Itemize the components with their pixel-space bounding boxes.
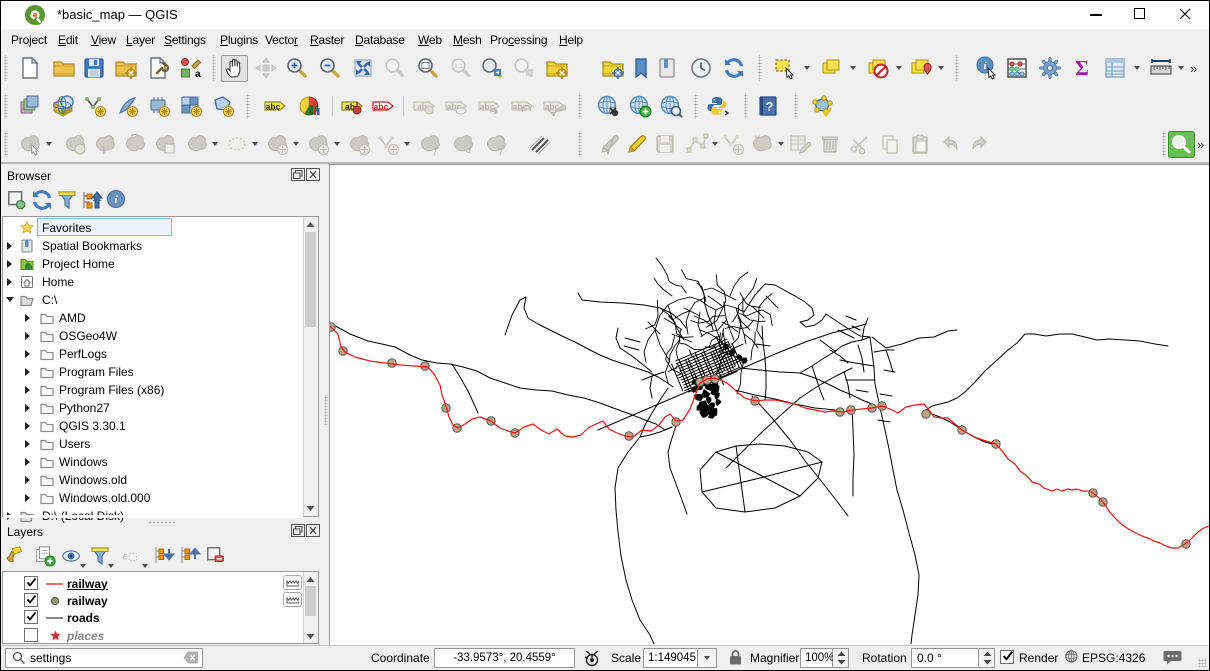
svg-text:abc: abc — [266, 102, 281, 112]
svg-text:ε: ε — [123, 549, 128, 563]
svg-text:1:1: 1:1 — [454, 64, 463, 70]
svg-text:abc: abc — [374, 102, 389, 112]
svg-text:abc: abc — [480, 102, 495, 112]
svg-text:abc: abc — [513, 102, 528, 112]
svg-text:?: ? — [766, 99, 774, 114]
svg-text:a: a — [195, 69, 201, 80]
svg-text:Σ: Σ — [1075, 56, 1089, 80]
